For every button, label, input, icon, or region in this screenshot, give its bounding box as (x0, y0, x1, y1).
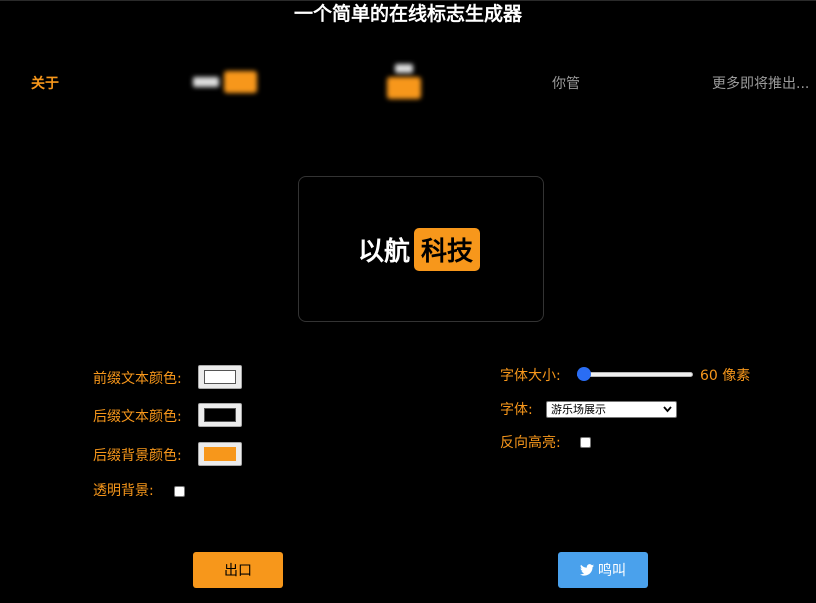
prefix-color-label: 前缀文本颜色: (93, 371, 182, 387)
transparent-bg-label: 透明背景: (93, 483, 154, 499)
tweet-button[interactable]: 鸣叫 (558, 552, 648, 588)
suffix-color-picker[interactable] (198, 403, 242, 427)
nav-item-youtube[interactable]: 你管 (552, 74, 580, 94)
prefix-color-picker[interactable] (198, 365, 242, 389)
logo-suffix-text[interactable]: 科技 (414, 227, 481, 271)
suffix-color-label: 后缀文本颜色: (93, 409, 182, 425)
suffix-bg-picker[interactable] (198, 442, 242, 466)
nav-bar: 关于 你管 更多即将推出... (0, 64, 816, 99)
logo-prefix-text[interactable]: 以航 (358, 231, 410, 268)
font-label: 字体: (500, 402, 533, 418)
export-button[interactable]: 出口 (193, 552, 283, 588)
reverse-highlight-label: 反向高亮: (500, 435, 561, 451)
logo-preview: 以航 科技 (298, 176, 544, 322)
font-size-value: 60 像素 (700, 368, 751, 384)
export-button-label: 出口 (224, 563, 252, 579)
blurred-nav-item[interactable] (193, 71, 259, 95)
font-select[interactable]: 游乐场展示 (546, 401, 677, 418)
chevron-down-icon (663, 402, 672, 422)
reverse-highlight-checkbox[interactable] (580, 437, 591, 448)
slider-thumb[interactable] (577, 367, 591, 381)
slider-track (577, 372, 693, 377)
transparent-bg-checkbox[interactable] (174, 486, 185, 497)
page-title: 一个简单的在线标志生成器 (293, 3, 522, 25)
suffix-bg-label: 后缀背景颜色: (93, 448, 182, 464)
nav-item-about[interactable]: 关于 (31, 74, 59, 94)
suffix-bg-swatch (204, 447, 236, 461)
prefix-color-swatch (204, 370, 236, 384)
logo: 以航 科技 (358, 227, 481, 271)
nav-item-more[interactable]: 更多即将推出... (712, 74, 809, 94)
font-size-slider[interactable] (577, 367, 693, 381)
twitter-bird-icon (580, 564, 594, 576)
blurred-nav-item[interactable] (385, 64, 425, 108)
tweet-button-label: 鸣叫 (598, 563, 626, 579)
font-size-label: 字体大小: (500, 368, 561, 384)
font-select-value: 游乐场展示 (551, 403, 606, 416)
suffix-color-swatch (204, 408, 236, 422)
